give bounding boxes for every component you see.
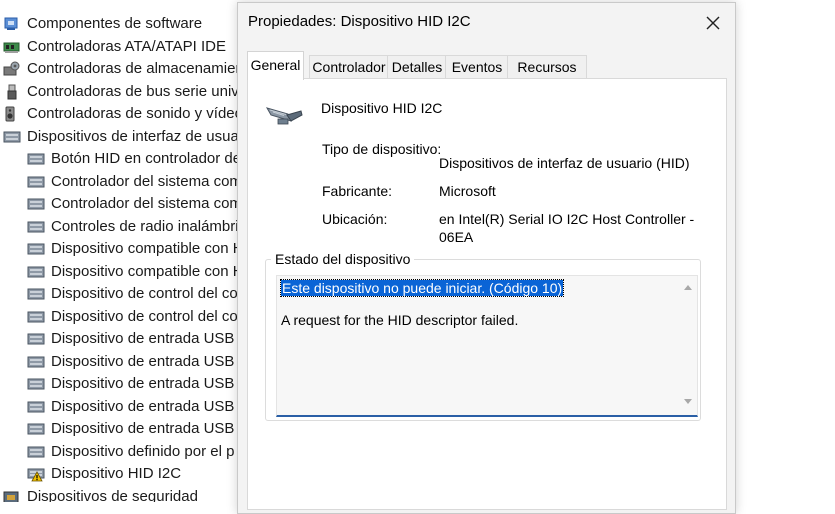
tree-item-label: Componentes de software [27,15,203,32]
hid-icon [27,309,45,325]
hid-icon [27,264,45,280]
tree-item-label: Dispositivo de control del co [51,285,238,302]
tree-item-label: Dispositivo compatible con H [51,240,240,257]
hid-device-icon [265,107,303,125]
scroll-up-arrow-icon[interactable] [684,285,692,290]
hid-icon [27,196,45,212]
tab-recursos[interactable]: Recursos [507,55,587,78]
tree-item-label: Controlador del sistema com [51,195,240,212]
device-status-label: Estado del dispositivo [271,251,415,267]
tab-eventos[interactable]: Eventos [445,55,509,78]
device-tree: Componentes de software Controladoras ATA… [0,0,240,502]
tree-item-label: Dispositivo de entrada USB [51,420,235,437]
security-icon [3,489,21,502]
hid-icon [27,399,45,415]
hid-icon [27,174,45,190]
hid-warning-icon [27,466,45,482]
device-status-textbox[interactable]: Este dispositivo no puede iniciar. (Códi… [276,275,698,417]
tree-item-label: Dispositivo de entrada USB [51,330,235,347]
status-message-detail: A request for the HID descriptor failed. [281,312,519,328]
hid-icon [27,286,45,302]
hid-icon [27,376,45,392]
location-value-line2: 06EA [439,229,474,245]
tree-item-label: Controladoras de bus serie universal [27,82,240,100]
storage-controller-icon [3,61,21,77]
device-type-label: Tipo de dispositivo: [322,141,442,157]
manufacturer-value: Microsoft [439,183,496,199]
tree-item-label: Botón HID en controlador de [51,150,240,167]
scroll-down-arrow-icon[interactable] [684,399,692,404]
tree-item-label: Dispositivo de entrada USB [51,375,235,392]
hid-icon [27,151,45,167]
tree-item-label: Controladoras de sonido y vídeo [27,105,240,122]
tree-item-label: Dispositivos de seguridad [27,487,198,503]
manufacturer-label: Fabricante: [322,183,393,199]
tree-item-label: Controlador del sistema com [51,172,240,190]
location-label: Ubicación: [322,211,388,227]
close-icon [706,16,720,30]
dialog-title: Propiedades: Dispositivo HID I2C [248,13,471,30]
usb-icon [3,84,21,100]
ide-controller-icon [3,39,21,55]
hid-icon [27,241,45,257]
hid-icon [27,421,45,437]
component-icon [3,16,21,32]
tree-item-label: Dispositivo de entrada USB [51,352,235,370]
hid-icon [27,331,45,347]
status-scrollbar[interactable] [680,276,697,413]
device-name: Dispositivo HID I2C [321,100,443,116]
tree-item-label: Dispositivo compatible con H [51,262,240,280]
status-message-selected: Este dispositivo no puede iniciar. (Códi… [279,279,565,297]
tree-item-label: Dispositivos de interfaz de usuario [27,127,240,145]
tab-controlador[interactable]: Controlador [309,55,389,78]
properties-dialog: Propiedades: Dispositivo HID I2C General… [237,2,736,514]
tree-item-label: Dispositivo de control del co [51,307,238,325]
tree-item-label: Dispositivo de entrada USB [51,397,235,415]
dialog-titlebar[interactable]: Propiedades: Dispositivo HID I2C [238,3,735,43]
tab-general[interactable]: General [247,51,304,80]
tree-item-label: Controladoras ATA/ATAPI IDE [27,37,226,55]
device-type-value: Dispositivos de interfaz de usuario (HID… [439,155,690,171]
tree-item-label: Dispositivo definido por el p [51,442,235,460]
hid-icon [27,354,45,370]
tree-item-label: Controles de radio inalámbric [51,217,240,235]
close-button[interactable] [697,7,729,39]
location-value-line1: en Intel(R) Serial IO I2C Host Controlle… [439,211,695,227]
hid-icon [27,444,45,460]
speaker-icon [3,106,21,122]
hid-icon [3,129,21,145]
tab-detalles[interactable]: Detalles [387,55,447,78]
tree-item-label: Controladoras de almacenamiento [27,60,240,77]
tree-item-label: Dispositivo HID I2C [51,465,182,482]
hid-icon [27,219,45,235]
